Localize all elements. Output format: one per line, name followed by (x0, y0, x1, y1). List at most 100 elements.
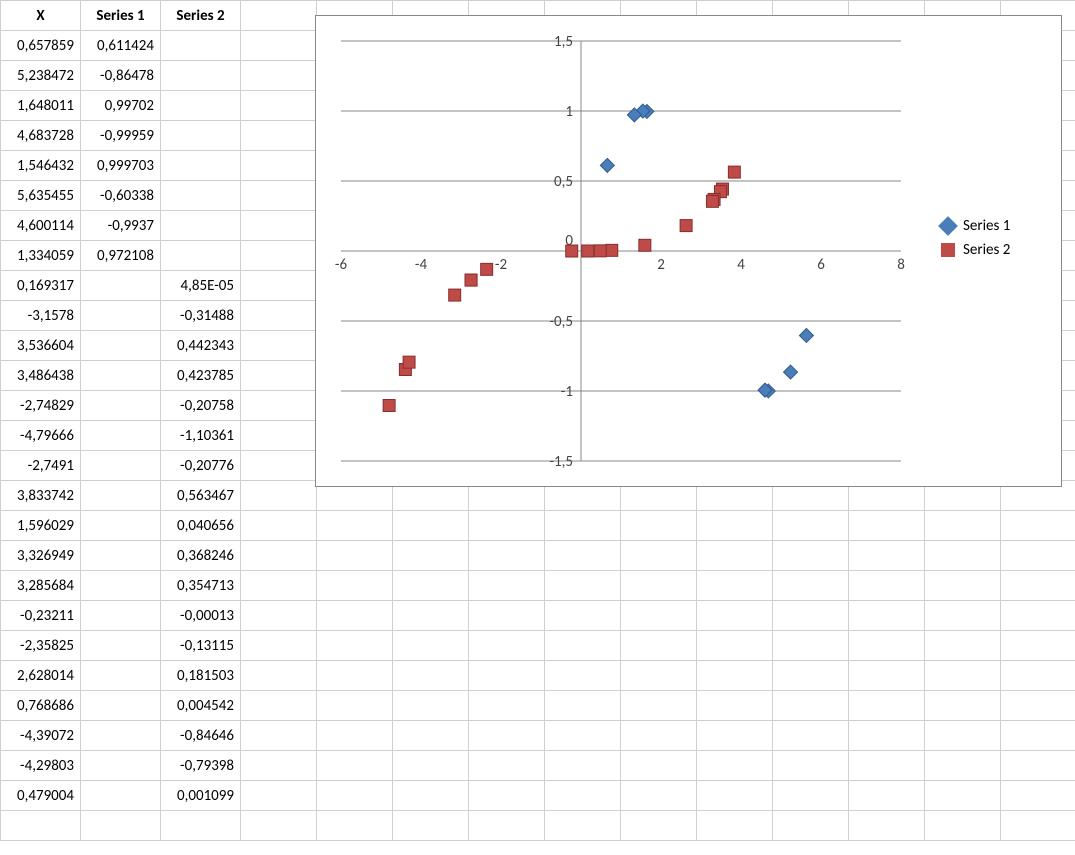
cell-s1[interactable] (81, 481, 161, 511)
cell-s2[interactable]: 0,181503 (161, 661, 241, 691)
cell-x[interactable]: 3,536604 (1, 331, 81, 361)
scatter-chart[interactable]: -6-4-224681,510,50-0,5-1-1,5 Series 1 Se… (315, 15, 1062, 487)
cell-s1[interactable]: 0,972108 (81, 241, 161, 271)
cell-s2[interactable] (161, 61, 241, 91)
cell-x[interactable]: 5,635455 (1, 181, 81, 211)
diamond-marker-icon (938, 216, 958, 236)
cell-s1[interactable] (81, 361, 161, 391)
table-row[interactable]: 3,326949 0,368246 (1, 541, 1075, 571)
cell-s2[interactable]: -1,10361 (161, 421, 241, 451)
cell-s2[interactable]: 0,001099 (161, 781, 241, 811)
cell-x[interactable]: -3,1578 (1, 301, 81, 331)
cell-x[interactable]: 3,486438 (1, 361, 81, 391)
cell-s2[interactable] (161, 151, 241, 181)
chart-legend: Series 1 Series 2 (941, 211, 1051, 265)
cell-x[interactable]: 3,285684 (1, 571, 81, 601)
cell-x[interactable]: -0,23211 (1, 601, 81, 631)
cell-s2[interactable] (161, 121, 241, 151)
cell-s1[interactable] (81, 631, 161, 661)
table-row[interactable]: -4,29803 -0,79398 (1, 751, 1075, 781)
cell-s1[interactable] (81, 391, 161, 421)
legend-item-series2[interactable]: Series 2 (941, 241, 1051, 259)
table-row[interactable]: 3,285684 0,354713 (1, 571, 1075, 601)
cell-x[interactable]: 0,657859 (1, 31, 81, 61)
cell-s2[interactable] (161, 181, 241, 211)
cell-s1[interactable] (81, 511, 161, 541)
cell-x[interactable]: 1,334059 (1, 241, 81, 271)
table-row[interactable]: 0,768686 0,004542 (1, 691, 1075, 721)
cell-s2[interactable]: 0,004542 (161, 691, 241, 721)
cell-s1[interactable] (81, 301, 161, 331)
cell-s2[interactable]: 0,442343 (161, 331, 241, 361)
cell-s1[interactable] (81, 421, 161, 451)
cell-s2[interactable]: 0,368246 (161, 541, 241, 571)
cell-x[interactable]: 0,169317 (1, 271, 81, 301)
table-row[interactable]: -2,35825 -0,13115 (1, 631, 1075, 661)
svg-text:-6: -6 (335, 256, 348, 274)
table-row[interactable]: 1,596029 0,040656 (1, 511, 1075, 541)
cell-x[interactable]: 1,648011 (1, 91, 81, 121)
cell-s2[interactable]: 0,354713 (161, 571, 241, 601)
cell-s2[interactable] (161, 31, 241, 61)
cell-s1[interactable] (81, 451, 161, 481)
cell-s1[interactable]: 0,99702 (81, 91, 161, 121)
cell-s2[interactable]: -0,13115 (161, 631, 241, 661)
col-header-s1[interactable]: Series 1 (81, 1, 161, 31)
cell-x[interactable]: 0,479004 (1, 781, 81, 811)
cell-x[interactable]: 0,768686 (1, 691, 81, 721)
cell-s2[interactable]: -0,00013 (161, 601, 241, 631)
cell-x[interactable]: 4,683728 (1, 121, 81, 151)
cell-s1[interactable]: 0,611424 (81, 31, 161, 61)
cell-x[interactable]: -4,79666 (1, 421, 81, 451)
cell-s2[interactable]: 4,85E-05 (161, 271, 241, 301)
cell-x[interactable]: -4,29803 (1, 751, 81, 781)
cell-s2[interactable]: 0,563467 (161, 481, 241, 511)
cell-s1[interactable]: 0,999703 (81, 151, 161, 181)
cell-s2[interactable]: -0,79398 (161, 751, 241, 781)
col-header-x[interactable]: X (1, 1, 81, 31)
cell-s1[interactable] (81, 601, 161, 631)
cell-s1[interactable] (81, 541, 161, 571)
cell-x[interactable]: 1,546432 (1, 151, 81, 181)
legend-item-series1[interactable]: Series 1 (941, 217, 1051, 235)
cell-x[interactable]: 1,596029 (1, 511, 81, 541)
cell-x[interactable]: -2,74829 (1, 391, 81, 421)
cell-x[interactable]: 3,326949 (1, 541, 81, 571)
worksheet-container: { "table": { "headers": ["X", "Series 1"… (0, 0, 1075, 855)
cell-s2[interactable]: -0,31488 (161, 301, 241, 331)
cell-s1[interactable]: -0,99959 (81, 121, 161, 151)
table-row[interactable]: 2,628014 0,181503 (1, 661, 1075, 691)
cell-s1[interactable]: -0,86478 (81, 61, 161, 91)
cell-s1[interactable]: -0,60338 (81, 181, 161, 211)
cell-s2[interactable] (161, 241, 241, 271)
cell-s1[interactable] (81, 751, 161, 781)
col-header-s2[interactable]: Series 2 (161, 1, 241, 31)
cell-x[interactable]: 2,628014 (1, 661, 81, 691)
cell-x[interactable]: -2,35825 (1, 631, 81, 661)
cell-x[interactable]: -4,39072 (1, 721, 81, 751)
cell-s1[interactable] (81, 691, 161, 721)
table-row[interactable]: -0,23211 -0,00013 (1, 601, 1075, 631)
cell-s2[interactable] (161, 211, 241, 241)
cell-s1[interactable] (81, 721, 161, 751)
cell-s2[interactable]: -0,84646 (161, 721, 241, 751)
table-row[interactable]: 0,479004 0,001099 (1, 781, 1075, 811)
cell-s2[interactable]: -0,20758 (161, 391, 241, 421)
cell-s2[interactable] (161, 91, 241, 121)
cell-s1[interactable] (81, 271, 161, 301)
svg-text:4: 4 (737, 256, 745, 274)
cell-x[interactable]: 4,600114 (1, 211, 81, 241)
cell-s1[interactable] (81, 571, 161, 601)
cell-s1[interactable] (81, 331, 161, 361)
cell-s1[interactable] (81, 661, 161, 691)
cell-s2[interactable]: -0,20776 (161, 451, 241, 481)
cell-s1[interactable]: -0,9937 (81, 211, 161, 241)
svg-text:-4: -4 (415, 256, 428, 274)
table-row[interactable]: -4,39072 -0,84646 (1, 721, 1075, 751)
cell-x[interactable]: -2,7491 (1, 451, 81, 481)
cell-s2[interactable]: 0,040656 (161, 511, 241, 541)
cell-s1[interactable] (81, 781, 161, 811)
cell-x[interactable]: 5,238472 (1, 61, 81, 91)
cell-s2[interactable]: 0,423785 (161, 361, 241, 391)
cell-x[interactable]: 3,833742 (1, 481, 81, 511)
